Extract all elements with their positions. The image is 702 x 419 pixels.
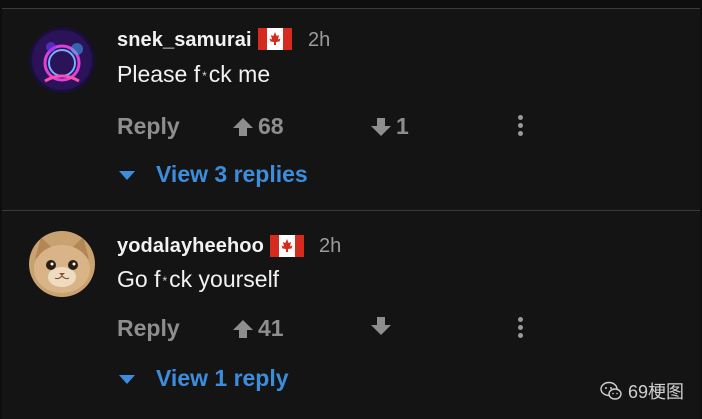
more-options-icon[interactable] (516, 317, 524, 341)
view-replies-button[interactable]: View 3 replies (118, 161, 308, 188)
downvote-button[interactable] (370, 315, 396, 337)
comment-text-part: ck me (208, 61, 271, 87)
canada-flag-icon (258, 28, 292, 50)
arrow-up-icon (233, 117, 253, 136)
censor-mark: * (202, 69, 207, 83)
upvote-button[interactable]: 41 (232, 315, 284, 342)
watermark: 69梗图 (600, 378, 684, 404)
downvote-count: 1 (396, 113, 409, 139)
username[interactable]: yodalayheehoo (117, 235, 264, 258)
upvote-count: 41 (258, 315, 284, 341)
comment: snek_samurai 2h Please f *ck me Reply 68 … (2, 9, 700, 209)
view-replies-label: View 3 replies (156, 161, 308, 187)
user-avatar[interactable] (29, 231, 95, 297)
view-replies-button[interactable]: View 1 reply (118, 365, 289, 392)
downvote-button[interactable]: 1 (370, 113, 409, 140)
arrow-up-icon (233, 319, 253, 338)
caret-down-icon (119, 170, 135, 180)
comment-text-part: ck yourself (169, 266, 280, 292)
comment-text-part: Please f (117, 61, 201, 87)
upvote-count: 68 (258, 113, 284, 139)
cat-avatar-icon (29, 231, 95, 297)
arrow-down-icon (371, 117, 391, 136)
comment-text: Go f *ck yourself (117, 266, 279, 293)
comment-thread: snek_samurai 2h Please f *ck me Reply 68 … (2, 8, 700, 419)
wechat-icon (600, 381, 622, 400)
censor-mark: * (162, 274, 168, 288)
arrow-down-icon (371, 317, 391, 335)
upvote-button[interactable]: 68 (232, 113, 284, 140)
comment: yodalayheehoo 2h Go f *ck yourself Reply … (2, 211, 700, 411)
username[interactable]: snek_samurai (117, 29, 252, 52)
reply-button[interactable]: Reply (117, 315, 180, 342)
timestamp: 2h (308, 29, 331, 51)
comment-text-part: Go f (117, 266, 161, 292)
timestamp: 2h (319, 235, 342, 257)
view-replies-label: View 1 reply (156, 365, 289, 391)
canada-flag-icon (270, 235, 304, 257)
caret-down-icon (119, 374, 135, 384)
reply-button[interactable]: Reply (117, 113, 180, 140)
neon-circle-avatar-icon (29, 27, 95, 93)
comment-text: Please f *ck me (117, 61, 270, 88)
watermark-text: 69梗图 (628, 382, 685, 402)
user-avatar[interactable] (29, 27, 95, 93)
more-options-icon[interactable] (516, 115, 524, 139)
